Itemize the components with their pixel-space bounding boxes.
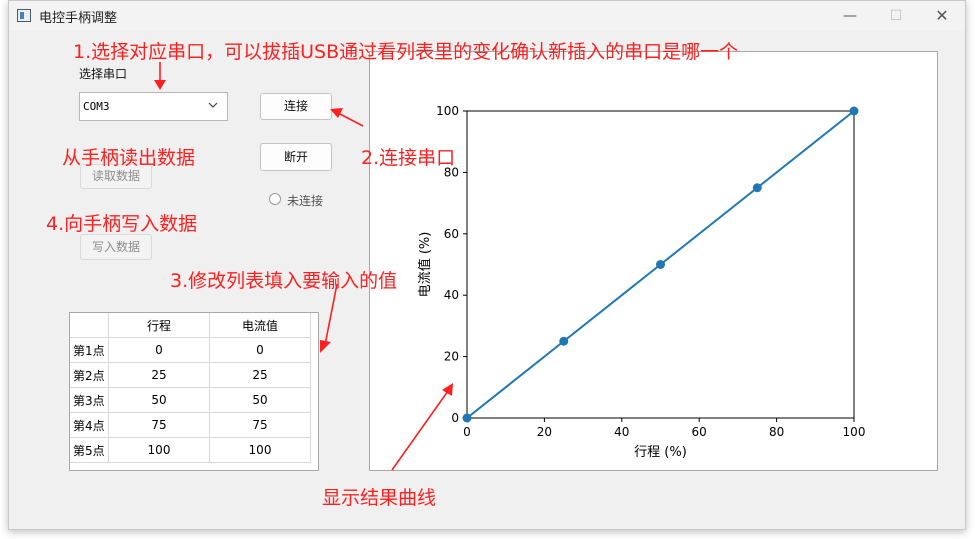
annotation-step4: 4.向手柄写入数据 — [46, 213, 198, 235]
annotation-step1: 1.选择对应串口，可以拔插USB通过看列表里的变化确认新插入的串口是哪一个 — [73, 41, 739, 63]
annotation-curve: 显示结果曲线 — [322, 487, 437, 509]
annotation-step2: 2.连接串口 — [361, 147, 456, 169]
annotation-step3: 3.修改列表填入要输入的值 — [170, 270, 398, 292]
annotation-arrows — [154, 62, 453, 471]
annotation-read: 从手柄读出数据 — [62, 147, 196, 169]
